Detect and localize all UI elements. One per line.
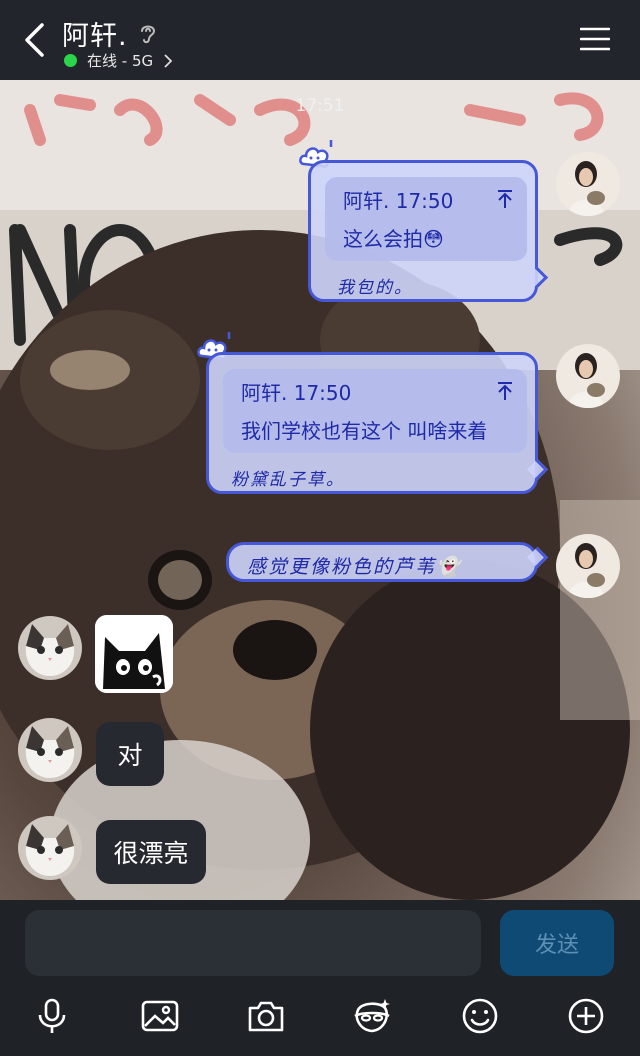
jump-to-top-icon[interactable] <box>495 381 515 401</box>
message-text: 对 <box>117 741 143 770</box>
online-dot <box>64 54 77 67</box>
plus-icon <box>568 998 604 1034</box>
more-button[interactable] <box>564 994 608 1038</box>
quoted-message[interactable]: 阿轩. 17:50 这么会拍😳 <box>325 177 527 261</box>
emoji-icon <box>462 998 498 1034</box>
online-status[interactable]: 在线 - 5G <box>64 50 173 71</box>
contact-avatar[interactable] <box>18 718 82 782</box>
black-cat-sticker-icon <box>95 615 173 693</box>
face-effect-button[interactable] <box>350 994 394 1038</box>
message-text: 感觉更像粉色的芦苇👻 <box>247 556 462 578</box>
avatar-photo-icon <box>556 534 620 598</box>
image-icon <box>141 1000 179 1032</box>
outgoing-message-bubble[interactable]: 阿轩. 17:50 我们学校也有这个 叫啥来着 粉黛乱子草。 <box>206 352 538 494</box>
my-avatar[interactable] <box>556 344 620 408</box>
image-button[interactable] <box>138 994 182 1038</box>
cat-avatar-icon <box>18 616 82 680</box>
quoted-message[interactable]: 阿轩. 17:50 我们学校也有这个 叫啥来着 <box>223 369 527 453</box>
quote-text: 我们学校也有这个 叫啥来着 <box>241 419 488 443</box>
my-avatar[interactable] <box>556 152 620 216</box>
message-text: 我包的。 <box>337 278 413 298</box>
ear-icon <box>140 25 155 43</box>
incoming-message-bubble[interactable]: 对 <box>96 722 164 786</box>
quote-text: 这么会拍😳 <box>343 227 444 251</box>
outgoing-message-bubble[interactable]: 阿轩. 17:50 这么会拍😳 我包的。 <box>308 160 538 302</box>
avatar-photo-icon <box>556 344 620 408</box>
outgoing-message-bubble[interactable]: 感觉更像粉色的芦苇👻 <box>226 542 538 582</box>
message-text: 很漂亮 <box>113 839 189 868</box>
send-button[interactable]: 发送 <box>500 910 614 976</box>
message-input[interactable] <box>25 910 481 976</box>
input-bar: 发送 <box>0 900 640 1056</box>
cat-avatar-icon <box>18 718 82 782</box>
chevron-right-icon <box>164 53 173 68</box>
status-text: 在线 - 5G <box>87 52 154 70</box>
title-area[interactable]: 阿轩. <box>62 14 158 53</box>
incoming-message-bubble[interactable]: 很漂亮 <box>96 820 206 884</box>
camera-button[interactable] <box>244 994 288 1038</box>
contact-avatar[interactable] <box>18 816 82 880</box>
face-mask-icon <box>354 999 390 1033</box>
jump-to-top-icon[interactable] <box>495 189 515 209</box>
message-timestamp: 17:51 <box>295 96 345 116</box>
emoji-button[interactable] <box>458 994 502 1038</box>
microphone-icon <box>38 998 66 1033</box>
menu-icon[interactable] <box>580 26 610 52</box>
contact-name: 阿轩. <box>62 21 128 52</box>
chat-area[interactable]: 17:51 阿轩. 17:50 这么会拍😳 我包的。 阿轩. 17:50 我们学… <box>0 80 640 900</box>
black-cat-sticker[interactable] <box>95 615 173 693</box>
camera-icon <box>248 1001 284 1032</box>
contact-avatar[interactable] <box>18 616 82 680</box>
microphone-button[interactable] <box>30 994 74 1038</box>
message-text: 粉黛乱子草。 <box>231 470 345 490</box>
avatar-photo-icon <box>556 152 620 216</box>
cat-avatar-icon <box>18 816 82 880</box>
chat-header: 阿轩. 在线 - 5G <box>0 0 640 80</box>
back-icon[interactable] <box>20 22 48 58</box>
quote-sender-time: 阿轩. 17:50 <box>241 381 352 405</box>
quote-sender-time: 阿轩. 17:50 <box>343 189 454 213</box>
my-avatar[interactable] <box>556 534 620 598</box>
